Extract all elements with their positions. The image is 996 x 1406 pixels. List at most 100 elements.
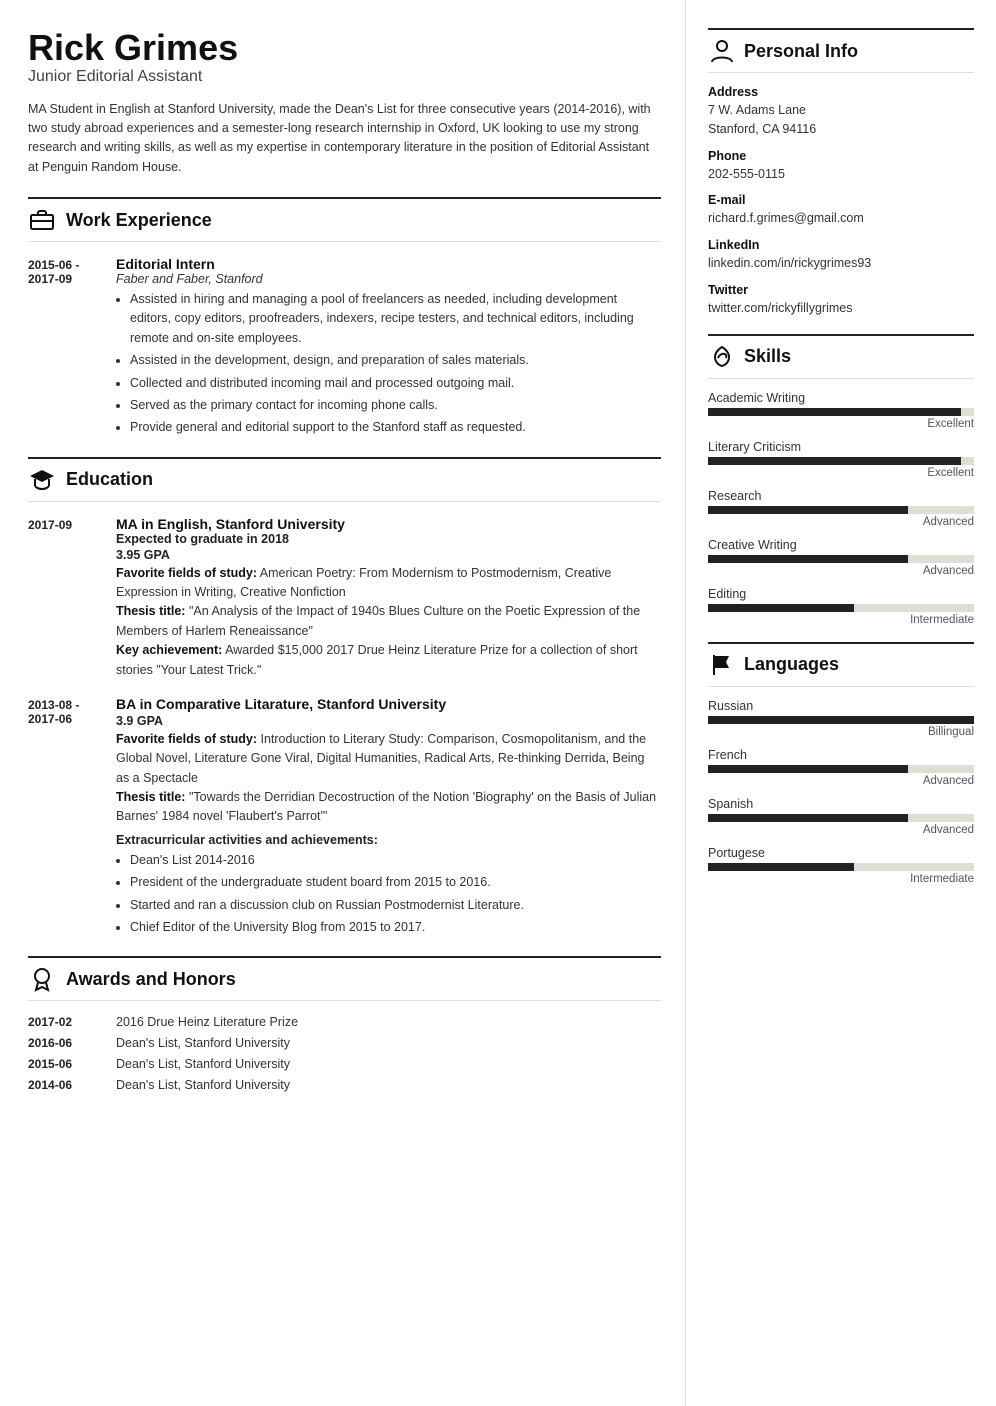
lang-1-name: Russian: [708, 699, 974, 713]
skill-2-level: Excellent: [708, 467, 974, 479]
work-bullet-2: Assisted in the development, design, and…: [130, 351, 661, 370]
address-value: 7 W. Adams LaneStanford, CA 94116: [708, 101, 974, 139]
linkedin-value: linkedin.com/in/rickygrimes93: [708, 254, 974, 273]
skill-1-fill: [708, 408, 961, 416]
skill-4-bar: [708, 555, 974, 563]
edu-entry-1-thesis-label: Thesis title:: [116, 604, 185, 618]
edu-entry-2-fields: Favorite fields of study: Introduction t…: [116, 730, 661, 788]
candidate-title: Junior Editorial Assistant: [28, 68, 661, 86]
skill-3-name: Research: [708, 489, 974, 503]
right-column: Personal Info Address 7 W. Adams LaneSta…: [686, 0, 996, 1406]
award-3-date: 2015-06: [28, 1057, 98, 1071]
lang-2-name: French: [708, 748, 974, 762]
email-label: E-mail: [708, 193, 974, 207]
skill-2-name: Literary Criticism: [708, 440, 974, 454]
skills-section: Skills Academic Writing Excellent Litera…: [708, 334, 974, 626]
skill-4-fill: [708, 555, 908, 563]
skill-1-level: Excellent: [708, 418, 974, 430]
extracurricular-bullets: Dean's List 2014-2016 President of the u…: [130, 851, 661, 938]
extracurricular-bullet-1: Dean's List 2014-2016: [130, 851, 661, 870]
edu-entry-1-date: 2017-09: [28, 516, 98, 680]
work-entry-1-content: Editorial Intern Faber and Faber, Stanfo…: [116, 256, 661, 441]
personal-info-section: Personal Info Address 7 W. Adams LaneSta…: [708, 28, 974, 318]
awards-header: Awards and Honors: [28, 956, 661, 1001]
edu-entry-2-content: BA in Comparative Litarature, Stanford U…: [116, 696, 661, 940]
education-header: Education: [28, 457, 661, 502]
personal-info-title: Personal Info: [744, 41, 858, 62]
edu-entry-2-date: 2013-08 -2017-06: [28, 696, 98, 940]
lang-4-fill: [708, 863, 854, 871]
skill-5-bar: [708, 604, 974, 612]
extracurricular-bullet-4: Chief Editor of the University Blog from…: [130, 918, 661, 937]
education-section: Education 2017-09 MA in English, Stanfor…: [28, 457, 661, 941]
skill-3: Research Advanced: [708, 489, 974, 528]
work-experience-section: Work Experience 2015-06 -2017-09 Editori…: [28, 197, 661, 441]
twitter-label: Twitter: [708, 283, 974, 297]
extracurricular-bullet-2: President of the undergraduate student b…: [130, 873, 661, 892]
edu-entry-1-thesis: Thesis title: "An Analysis of the Impact…: [116, 602, 661, 641]
candidate-summary: MA Student in English at Stanford Univer…: [28, 100, 661, 178]
linkedin-label: LinkedIn: [708, 238, 974, 252]
award-row-4: 2014-06 Dean's List, Stanford University: [28, 1078, 661, 1092]
award-row-3: 2015-06 Dean's List, Stanford University: [28, 1057, 661, 1071]
lang-1-fill: [708, 716, 974, 724]
email-value: richard.f.grimes@gmail.com: [708, 209, 974, 228]
address-label: Address: [708, 85, 974, 99]
lang-1: Russian Billingual: [708, 699, 974, 738]
award-4-name: Dean's List, Stanford University: [116, 1078, 290, 1092]
education-entry-1: 2017-09 MA in English, Stanford Universi…: [28, 516, 661, 680]
person-icon: [708, 37, 736, 65]
work-entry-1-date: 2015-06 -2017-09: [28, 256, 98, 441]
edu-entry-2-gpa: 3.9 GPA: [116, 714, 661, 728]
edu-entry-1-fields: Favorite fields of study: American Poetr…: [116, 564, 661, 603]
extracurricular-bullet-3: Started and ran a discussion club on Rus…: [130, 896, 661, 915]
skill-2-fill: [708, 457, 961, 465]
languages-title: Languages: [744, 654, 839, 675]
education-entry-2: 2013-08 -2017-06 BA in Comparative Litar…: [28, 696, 661, 940]
lang-4-name: Portugese: [708, 846, 974, 860]
skill-4: Creative Writing Advanced: [708, 538, 974, 577]
edu-entry-2-thesis: Thesis title: "Towards the Derridian Dec…: [116, 788, 661, 827]
skill-3-fill: [708, 506, 908, 514]
skills-title: Skills: [744, 346, 791, 367]
edu-entry-2-thesis-label: Thesis title:: [116, 790, 185, 804]
lang-4-level: Intermediate: [708, 873, 974, 885]
work-entry-1: 2015-06 -2017-09 Editorial Intern Faber …: [28, 256, 661, 441]
edu-entry-1-expected: Expected to graduate in 2018: [116, 532, 661, 546]
skill-4-name: Creative Writing: [708, 538, 974, 552]
header: Rick Grimes Junior Editorial Assistant M…: [28, 28, 661, 177]
edu-entry-1-achievement-label: Key achievement:: [116, 643, 222, 657]
lang-1-bar: [708, 716, 974, 724]
edu-entry-1-content: MA in English, Stanford University Expec…: [116, 516, 661, 680]
skill-2-bar: [708, 457, 974, 465]
edu-entry-2-fields-label: Favorite fields of study:: [116, 732, 257, 746]
skill-5-fill: [708, 604, 854, 612]
lang-1-level: Billingual: [708, 726, 974, 738]
left-column: Rick Grimes Junior Editorial Assistant M…: [0, 0, 686, 1406]
lang-3: Spanish Advanced: [708, 797, 974, 836]
languages-section: Languages Russian Billingual French Adva…: [708, 642, 974, 885]
work-experience-title: Work Experience: [66, 210, 212, 231]
award-row-2: 2016-06 Dean's List, Stanford University: [28, 1036, 661, 1050]
edu-entry-1-gpa: 3.95 GPA: [116, 548, 661, 562]
work-entry-1-org: Faber and Faber, Stanford: [116, 272, 661, 286]
phone-value: 202-555-0115: [708, 165, 974, 184]
skills-icon: [708, 343, 736, 371]
skill-4-level: Advanced: [708, 565, 974, 577]
work-entry-1-title: Editorial Intern: [116, 256, 661, 272]
education-title: Education: [66, 469, 153, 490]
edu-entry-1-title: MA in English, Stanford University: [116, 516, 661, 532]
twitter-value: twitter.com/rickyfillygrimes: [708, 299, 974, 318]
skill-1: Academic Writing Excellent: [708, 391, 974, 430]
award-4-date: 2014-06: [28, 1078, 98, 1092]
skill-1-name: Academic Writing: [708, 391, 974, 405]
awards-section: Awards and Honors 2017-02 2016 Drue Hein…: [28, 956, 661, 1092]
award-3-name: Dean's List, Stanford University: [116, 1057, 290, 1071]
lang-4-bar: [708, 863, 974, 871]
skills-header: Skills: [708, 334, 974, 379]
candidate-name: Rick Grimes: [28, 28, 661, 68]
edu-entry-1-achievement: Key achievement: Awarded $15,000 2017 Dr…: [116, 641, 661, 680]
lang-4: Portugese Intermediate: [708, 846, 974, 885]
lang-2-bar: [708, 765, 974, 773]
edu-entry-2-thesis-value: "Towards the Derridian Decostruction of …: [116, 790, 656, 823]
